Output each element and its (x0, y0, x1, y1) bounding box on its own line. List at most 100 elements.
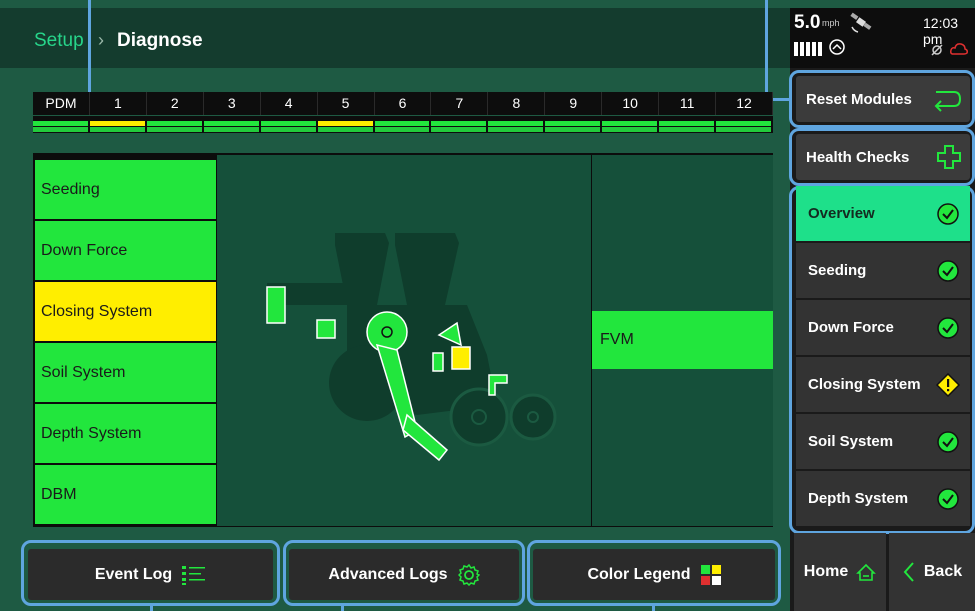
row-status-top (716, 121, 771, 126)
row-status-top (203, 121, 259, 126)
row-status-top (317, 121, 373, 126)
back-button[interactable]: Back (889, 533, 975, 611)
event-log-button[interactable]: Event Log (28, 549, 273, 600)
row-status-bottom (431, 127, 487, 132)
color-legend-button[interactable]: Color Legend (533, 549, 775, 600)
nav-down-force[interactable]: Down Force (796, 300, 970, 355)
row-status-indicators (33, 116, 773, 133)
row-status-indicator (545, 116, 601, 133)
nav-soil-system-label: Soil System (808, 433, 894, 450)
row-status-top (488, 121, 544, 126)
callout-line-bottom-1 (150, 604, 153, 611)
check-circle-icon (937, 488, 959, 510)
row-status-top (89, 121, 145, 126)
row-status-top (659, 121, 715, 126)
row-status-bottom (374, 127, 430, 132)
chevron-left-icon (903, 562, 914, 582)
callout-line-bottom-2 (341, 604, 344, 611)
speed-readout: 5.0 (794, 12, 821, 33)
row-status-bottom (260, 127, 316, 132)
planter-row-illustration (217, 155, 591, 526)
row-cell-10[interactable]: 10 (602, 92, 660, 115)
nav-overview-label: Overview (808, 205, 875, 222)
row-status-indicator (89, 116, 145, 133)
return-arrow-icon (934, 91, 962, 112)
nav-overview[interactable]: Overview (796, 186, 970, 241)
row-status-indicator (602, 116, 658, 133)
row-status-bottom (146, 127, 202, 132)
row-cell-11[interactable]: 11 (659, 92, 717, 115)
row-cell-3[interactable]: 3 (204, 92, 261, 115)
page-title: Diagnose (117, 30, 203, 51)
row-status-indicator (716, 116, 771, 133)
nav-seeding[interactable]: Seeding (796, 243, 970, 298)
row-cell-1[interactable]: 1 (90, 92, 147, 115)
system-list: Seeding Down Force Closing System Soil S… (35, 160, 216, 526)
nav-depth-system[interactable]: Depth System (796, 471, 970, 526)
gear-icon (457, 563, 480, 586)
nav-depth-system-label: Depth System (808, 490, 909, 507)
nav-closing-system-label: Closing System (808, 376, 921, 393)
reset-modules-button[interactable]: Reset Modules (796, 76, 970, 122)
breadcrumb-setup-link[interactable]: Setup (34, 30, 84, 52)
system-down-force[interactable]: Down Force (35, 221, 216, 280)
row-cell-2[interactable]: 2 (147, 92, 204, 115)
row-status-top (33, 121, 88, 126)
row-status-top (431, 121, 487, 126)
home-label: Home (803, 563, 849, 580)
advanced-logs-button[interactable]: Advanced Logs (289, 549, 519, 600)
row-status-bottom (488, 127, 544, 132)
system-depth[interactable]: Depth System (35, 404, 216, 463)
row-status-bottom (545, 127, 601, 132)
row-status-bottom (317, 127, 373, 132)
warning-diamond-icon (936, 373, 960, 397)
row-cell-6[interactable]: 6 (375, 92, 432, 115)
planter-diagram-icon (266, 233, 557, 462)
row-cell-7[interactable]: 7 (431, 92, 489, 115)
back-label: Back (923, 563, 963, 580)
system-soil[interactable]: Soil System (35, 343, 216, 402)
home-icon (856, 563, 877, 581)
health-checks-label: Health Checks (806, 148, 910, 166)
nav-soil-system[interactable]: Soil System (796, 414, 970, 469)
row-cell-4[interactable]: 4 (261, 92, 318, 115)
list-icon (182, 565, 206, 585)
pdm-row-bar: PDM 1 2 3 4 5 6 7 8 9 10 11 12 (33, 92, 773, 115)
reset-modules-label: Reset Modules (806, 90, 912, 108)
row-cell-9[interactable]: 9 (545, 92, 603, 115)
system-dbm[interactable]: DBM (35, 465, 216, 524)
row-status-indicator (488, 116, 544, 133)
breadcrumb-separator: › (98, 30, 104, 50)
row-status-top (374, 121, 430, 126)
row-cell-12[interactable]: 12 (716, 92, 773, 115)
check-circle-icon (937, 260, 959, 282)
row-status-bottom (203, 127, 259, 132)
system-seeding[interactable]: Seeding (35, 160, 216, 219)
nav-down-force-label: Down Force (808, 319, 894, 336)
row-status-indicator (33, 116, 88, 133)
diagnose-screen: Setup › Diagnose 5.0 mph 12:03 pm PDM 1 … (0, 0, 975, 611)
check-circle-icon (937, 431, 959, 453)
row-status-indicator (659, 116, 715, 133)
row-status-top (545, 121, 601, 126)
check-circle-icon (937, 317, 959, 339)
cloud-icon (950, 43, 968, 55)
check-circle-icon (937, 203, 959, 225)
row-status-indicator (146, 116, 202, 133)
nav-closing-system[interactable]: Closing System (796, 357, 970, 412)
pdm-cell[interactable]: PDM (33, 92, 90, 115)
row-status-bottom (602, 127, 658, 132)
row-cell-8[interactable]: 8 (488, 92, 546, 115)
row-status-indicator (260, 116, 316, 133)
row-cell-5[interactable]: 5 (318, 92, 375, 115)
system-closing[interactable]: Closing System (35, 282, 216, 341)
health-checks-button[interactable]: Health Checks (796, 134, 970, 180)
callout-line-pdm (88, 0, 91, 98)
callout-line-bottom-3 (652, 604, 655, 611)
module-fvm[interactable]: FVM (592, 311, 773, 369)
row-status-indicator (317, 116, 373, 133)
home-button[interactable]: Home (794, 533, 886, 611)
status-area: 5.0 mph 12:03 pm (790, 8, 975, 68)
row-status-indicator (203, 116, 259, 133)
speed-unit: mph (822, 18, 840, 28)
